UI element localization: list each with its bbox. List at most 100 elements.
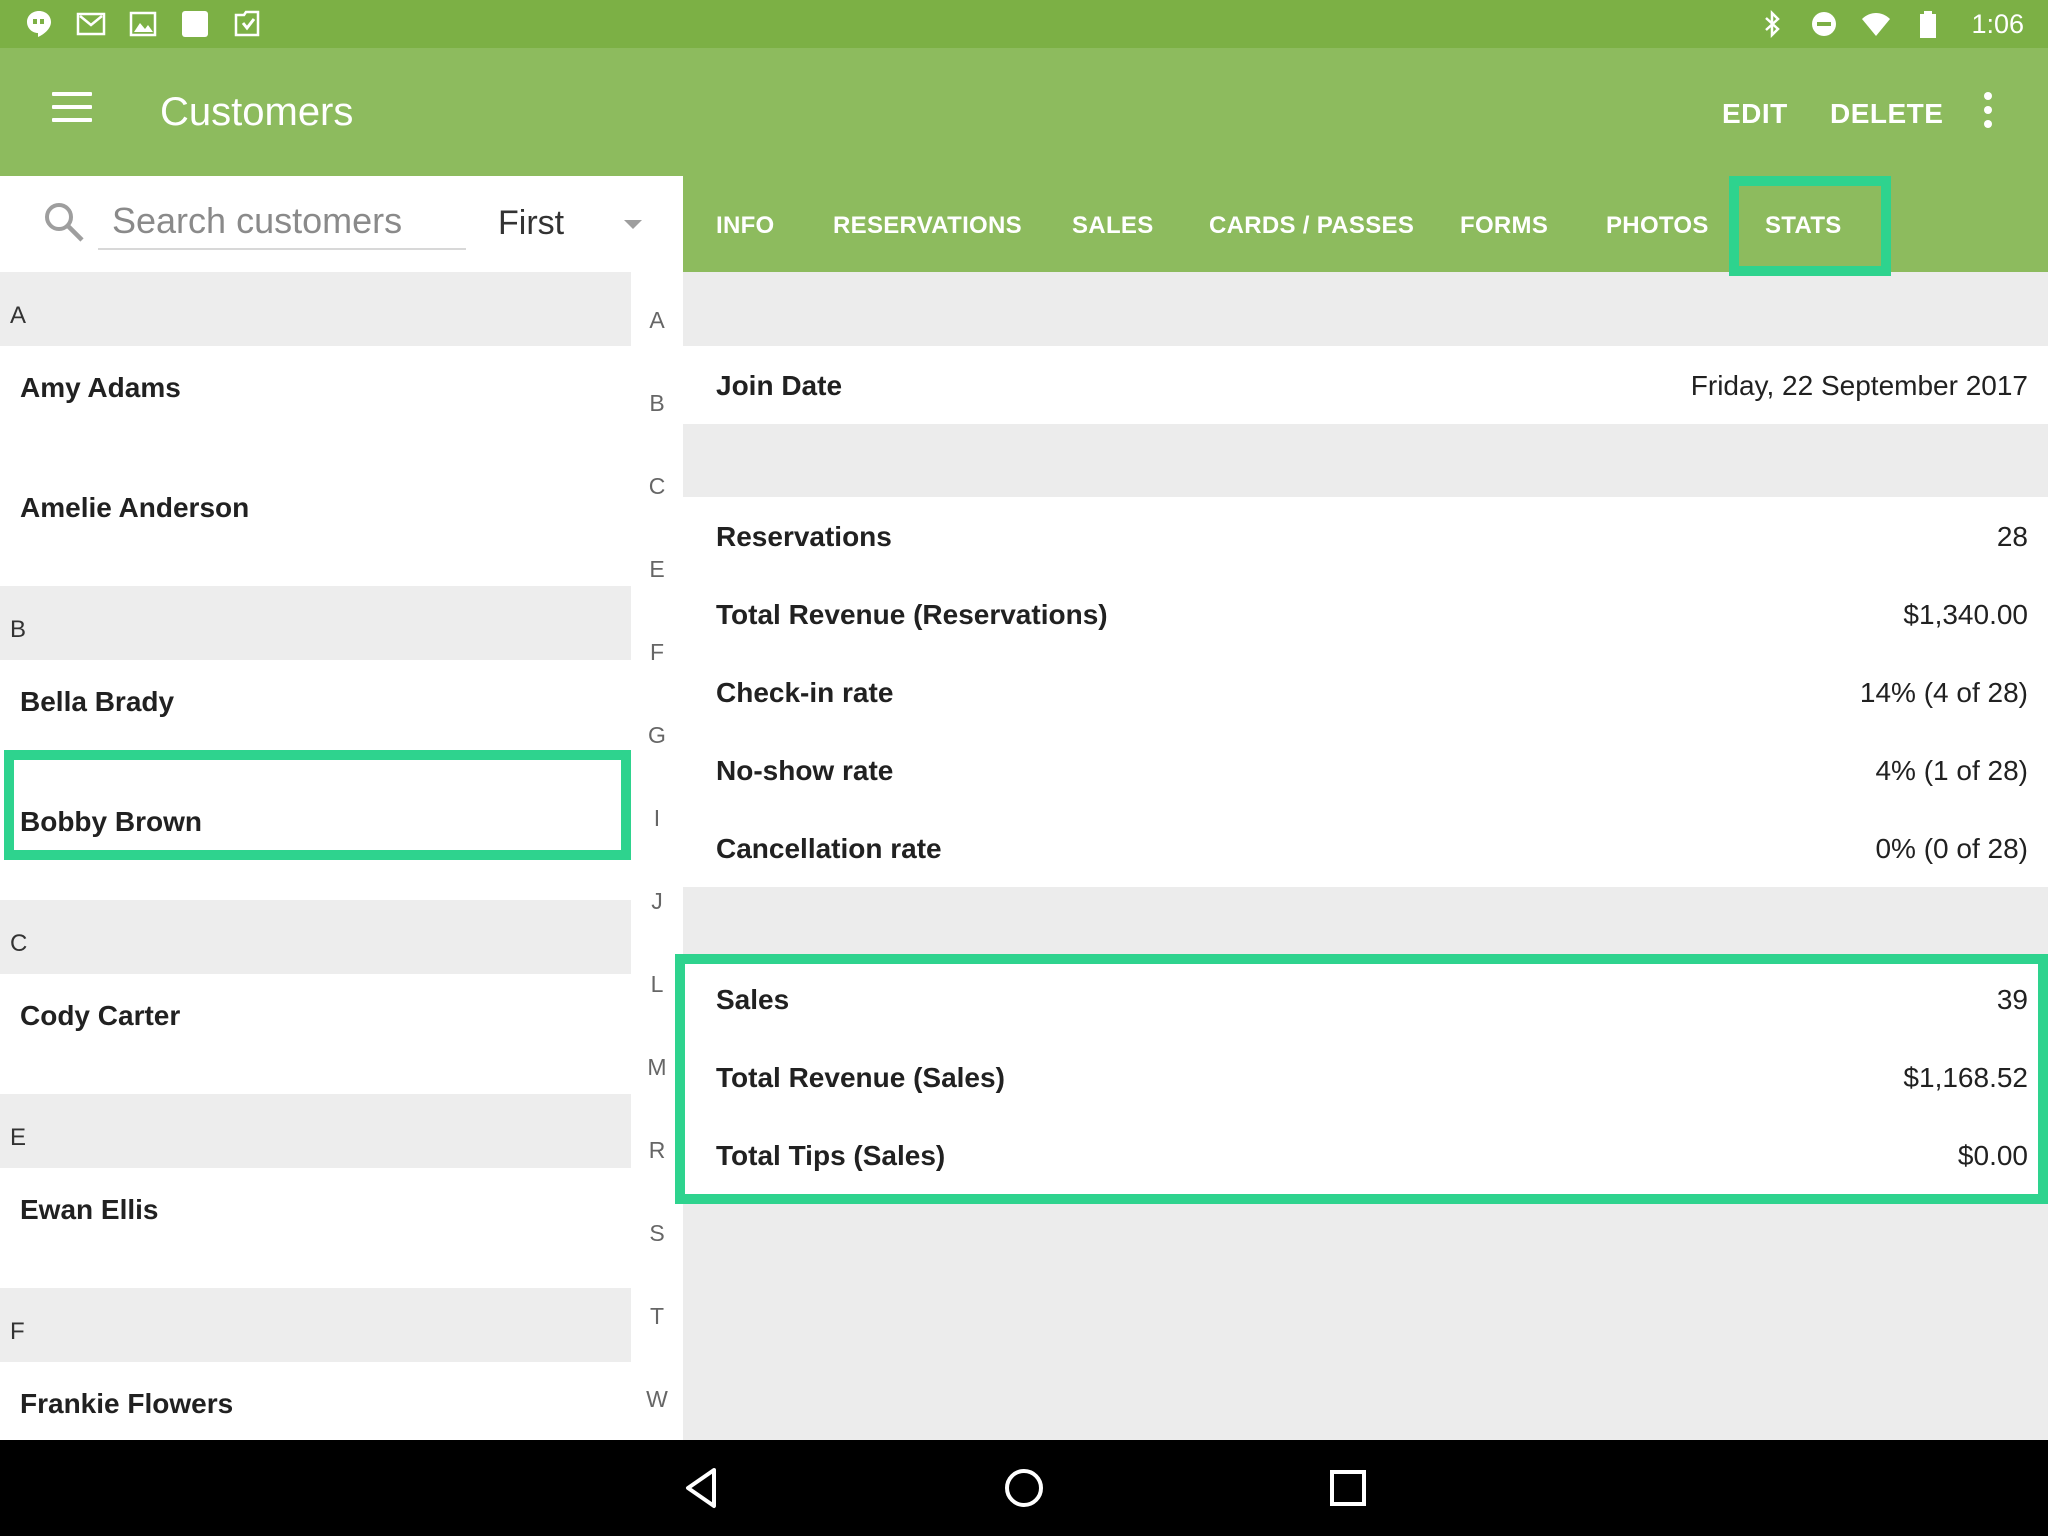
index-letter[interactable]: B — [631, 390, 683, 417]
gallery-icon — [129, 11, 157, 37]
stat-value: Friday, 22 September 2017 — [1690, 370, 2028, 401]
stat-row-no-show-rate: No-show rate 4% (1 of 28) — [683, 731, 2048, 809]
section-header-c: C — [0, 900, 631, 974]
app-root: 1:06 Customers EDIT DELETE First — [0, 0, 2048, 1536]
index-letter[interactable]: F — [631, 639, 683, 666]
square-app-icon — [182, 11, 208, 37]
index-letter[interactable]: L — [631, 971, 683, 998]
index-letter[interactable]: C — [631, 473, 683, 500]
bluetooth-icon — [1765, 9, 1781, 39]
stat-row-total-revenue-sales: Total Revenue (Sales) $1,168.52 — [683, 1038, 2048, 1116]
stat-label: Check-in rate — [716, 677, 894, 708]
join-date-block: Join Date Friday, 22 September 2017 — [683, 346, 2048, 424]
list-item[interactable]: Frankie Flowers — [0, 1362, 631, 1440]
page-title: Customers — [160, 90, 354, 134]
battery-icon — [1920, 11, 1937, 38]
list-item[interactable]: Ewan Ellis — [0, 1168, 631, 1288]
sales-stats-block: Sales 39 Total Revenue (Sales) $1,168.52… — [683, 960, 2048, 1194]
status-time: 1:06 — [1971, 8, 2024, 39]
customer-list: A Amy Adams Amelie Anderson B Bella Brad… — [0, 272, 631, 1440]
stat-label: Total Revenue (Sales) — [716, 1062, 1005, 1093]
section-header-e: E — [0, 1094, 631, 1168]
stat-value: $1,340.00 — [1903, 599, 2028, 630]
stat-value: $1,168.52 — [1903, 1062, 2028, 1093]
edit-button[interactable]: EDIT — [1722, 98, 1788, 130]
tab-forms[interactable]: FORMS — [1460, 212, 1548, 240]
stat-value: $0.00 — [1957, 1140, 2028, 1171]
menu-button[interactable] — [52, 92, 92, 124]
index-letter[interactable]: A — [631, 307, 683, 334]
wifi-icon — [1862, 13, 1891, 36]
recents-icon[interactable] — [1322, 1462, 1374, 1514]
tab-reservations[interactable]: RESERVATIONS — [833, 212, 1022, 240]
list-item[interactable]: Cody Carter — [0, 974, 631, 1094]
list-item[interactable]: Amy Adams — [0, 346, 631, 466]
back-icon[interactable] — [676, 1462, 728, 1514]
search-bar: First — [0, 176, 683, 272]
index-letter[interactable]: M — [631, 1054, 683, 1081]
stat-row-reservations: Reservations 28 — [683, 497, 2048, 575]
stat-label: Join Date — [716, 370, 843, 401]
section-header-b: B — [0, 586, 631, 660]
list-item[interactable]: Amelie Anderson — [0, 466, 631, 586]
stat-label: Cancellation rate — [716, 833, 942, 864]
stat-value: 14% (4 of 28) — [1859, 677, 2028, 708]
tab-stats[interactable]: STATS — [1765, 212, 1842, 240]
customer-detail-panel: INFO RESERVATIONS SALES CARDS / PASSES F… — [675, 176, 2048, 1440]
tab-sales[interactable]: SALES — [1072, 212, 1154, 240]
search-icon — [45, 203, 84, 242]
stat-label: No-show rate — [716, 755, 894, 786]
hangouts-icon — [27, 11, 51, 37]
stat-label: Total Revenue (Reservations) — [716, 599, 1108, 630]
reservation-stats-block: Reservations 28 Total Revenue (Reservati… — [683, 497, 2048, 887]
search-input[interactable] — [98, 194, 466, 250]
app-bar: Customers EDIT DELETE — [0, 48, 2048, 176]
do-not-disturb-icon — [1812, 12, 1837, 36]
customer-list-panel: First A Amy Adams Amelie Anderson B Bell… — [0, 176, 683, 1440]
delete-button[interactable]: DELETE — [1830, 98, 1943, 130]
section-header-f: F — [0, 1288, 631, 1362]
stat-row-join-date: Join Date Friday, 22 September 2017 — [683, 346, 2048, 424]
stat-row-total-revenue-reservations: Total Revenue (Reservations) $1,340.00 — [683, 575, 2048, 653]
status-bar: 1:06 — [0, 0, 2048, 48]
section-header-a: A — [0, 272, 631, 346]
index-letter[interactable]: G — [631, 722, 683, 749]
menu-icon-line — [52, 105, 92, 109]
tab-photos[interactable]: PHOTOS — [1606, 212, 1709, 240]
stat-label: Total Tips (Sales) — [716, 1140, 946, 1171]
system-icons: 1:06 — [1757, 9, 2024, 40]
stat-value: 0% (0 of 28) — [1875, 833, 2028, 864]
stat-value: 28 — [1996, 521, 2028, 552]
index-letter[interactable]: E — [631, 556, 683, 583]
navigation-bar — [0, 1440, 2048, 1536]
tab-cards-passes[interactable]: CARDS / PASSES — [1209, 212, 1414, 240]
menu-icon-line — [52, 118, 92, 122]
list-item[interactable]: Bobby Brown — [0, 780, 631, 900]
index-letter[interactable]: I — [631, 805, 683, 832]
stat-value: 4% (1 of 28) — [1875, 755, 2028, 786]
home-icon[interactable] — [998, 1462, 1050, 1514]
index-letter[interactable]: W — [631, 1386, 683, 1413]
index-letter[interactable]: J — [631, 888, 683, 915]
stat-row-sales: Sales 39 — [683, 960, 2048, 1038]
detail-tabs: INFO RESERVATIONS SALES CARDS / PASSES F… — [683, 176, 2048, 276]
stat-row-total-tips-sales: Total Tips (Sales) $0.00 — [683, 1116, 2048, 1194]
stat-label: Sales — [716, 984, 790, 1015]
notification-icons — [24, 9, 262, 39]
more-options-icon[interactable] — [1976, 92, 2000, 132]
list-item-selected[interactable]: Bella Brady — [0, 660, 631, 780]
stat-value: 39 — [1996, 984, 2028, 1015]
index-letter[interactable]: R — [631, 1137, 683, 1164]
tab-info[interactable]: INFO — [716, 212, 775, 240]
chevron-down-icon[interactable] — [624, 220, 642, 229]
stat-label: Reservations — [716, 521, 892, 552]
index-letter[interactable]: S — [631, 1220, 683, 1247]
stat-row-check-in-rate: Check-in rate 14% (4 of 28) — [683, 653, 2048, 731]
stat-row-cancellation-rate: Cancellation rate 0% (0 of 28) — [683, 809, 2048, 887]
menu-icon-line — [52, 92, 92, 96]
sort-dropdown[interactable]: First — [498, 204, 564, 243]
index-letter[interactable]: T — [631, 1303, 683, 1330]
gmail-icon — [76, 12, 106, 36]
alphabet-index: A B C E F G I J L M R S T W — [631, 272, 683, 1440]
play-store-icon — [234, 10, 260, 37]
